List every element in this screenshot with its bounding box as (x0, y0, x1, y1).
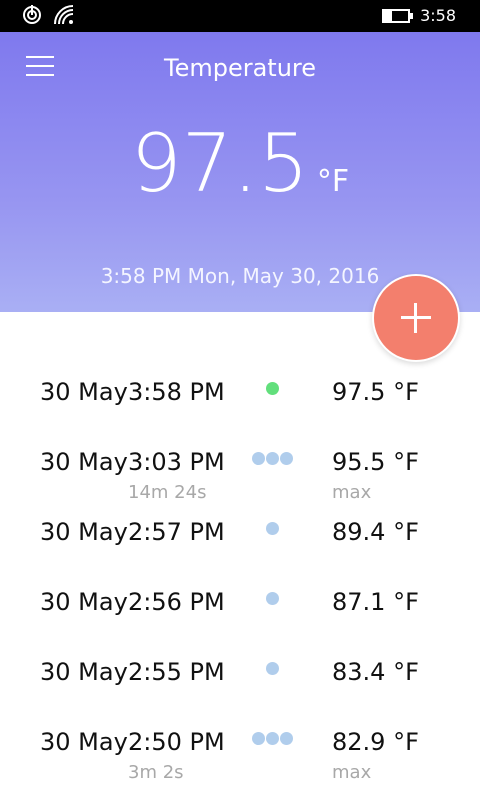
reading-time: 2:50 PM (128, 728, 225, 756)
add-reading-button[interactable] (372, 274, 460, 362)
reading-indicator (250, 732, 294, 746)
status-icons-right: 3:58 (382, 6, 456, 25)
indicator-dot-icon (265, 382, 279, 395)
temperature-header: Temperature 97.5 °F 3:58 PM Mon, May 30,… (0, 32, 480, 312)
readings-list: 30 May 3:58 PM 97.5 °F 30 May 3:03 PM 95.5 °F… (0, 356, 480, 783)
reading-temp: 89.4 °F (332, 518, 419, 546)
reading-stat: max (332, 762, 372, 783)
reading-time: 3:03 PM (128, 448, 225, 476)
status-icons-left (22, 5, 76, 25)
reading-temp: 83.4 °F (332, 658, 419, 686)
reading-date: 30 May (40, 448, 128, 476)
reading-row[interactable]: 30 May 2:50 PM 82.9 °F 3m 2s max (0, 706, 480, 783)
reading-temp: 82.9 °F (332, 728, 419, 756)
status-time: 3:58 (420, 6, 456, 25)
reading-date: 30 May (40, 728, 128, 756)
reading-time: 2:55 PM (128, 658, 225, 686)
wifi-icon (54, 5, 74, 25)
reading-time: 2:57 PM (128, 518, 225, 546)
reading-row[interactable]: 30 May 3:58 PM 97.5 °F (0, 356, 480, 426)
reading-temp: 87.1 °F (332, 588, 419, 616)
reading-indicator (250, 452, 294, 466)
indicator-dot-icon (279, 452, 293, 465)
indicator-dot-icon (265, 592, 279, 605)
reading-indicator (250, 592, 294, 606)
indicator-dot-icon (265, 452, 279, 465)
reading-temp: 95.5 °F (332, 448, 419, 476)
current-reading-value: 97.5 (130, 117, 309, 210)
indicator-dot-icon (251, 452, 265, 465)
reading-indicator (250, 662, 294, 676)
status-bar: 3:58 (0, 0, 480, 32)
reading-time: 2:56 PM (128, 588, 225, 616)
current-reading-unit: °F (316, 164, 350, 199)
battery-icon (382, 8, 414, 23)
reading-row[interactable]: 30 May 2:57 PM 89.4 °F (0, 496, 480, 566)
indicator-dot-icon (265, 662, 279, 675)
current-reading: 97.5 °F (0, 124, 480, 204)
indicator-dot-icon (265, 522, 279, 535)
reading-date: 30 May (40, 518, 128, 546)
reading-row[interactable]: 30 May 2:55 PM 83.4 °F (0, 636, 480, 706)
reading-date: 30 May (40, 658, 128, 686)
nfc-icon (23, 5, 41, 24)
reading-time: 3:58 PM (128, 378, 225, 406)
reading-date: 30 May (40, 378, 128, 406)
reading-indicator (250, 382, 294, 396)
reading-row[interactable]: 30 May 3:03 PM 95.5 °F 14m 24s max (0, 426, 480, 503)
indicator-dot-icon (279, 732, 293, 745)
indicator-dot-icon (251, 732, 265, 745)
reading-duration: 3m 2s (128, 762, 184, 783)
reading-temp: 97.5 °F (332, 378, 419, 406)
page-title: Temperature (163, 54, 317, 82)
indicator-dot-icon (265, 732, 279, 745)
battery-level (384, 10, 393, 21)
reading-row[interactable]: 30 May 2:56 PM 87.1 °F (0, 566, 480, 636)
reading-date: 30 May (40, 588, 128, 616)
reading-indicator (250, 522, 294, 536)
